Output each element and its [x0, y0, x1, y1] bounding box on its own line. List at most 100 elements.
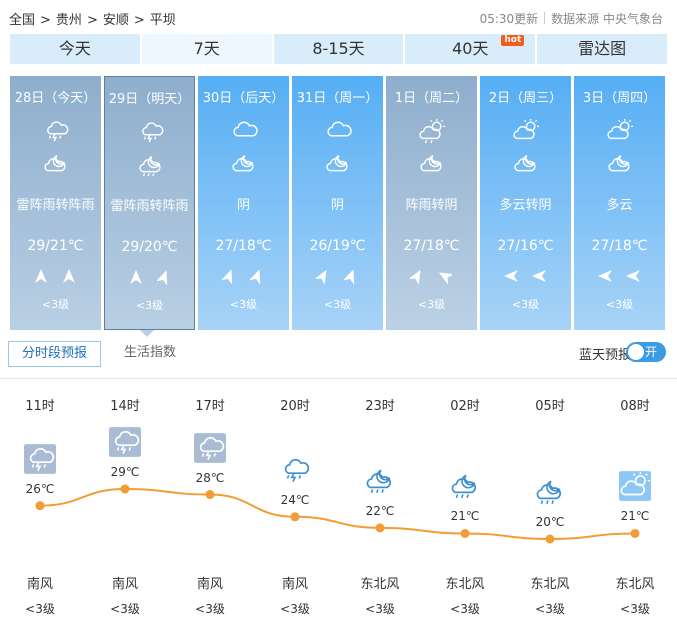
- wind-arrow-icon: [220, 268, 236, 285]
- tab-40-days-label: 40天: [452, 39, 489, 58]
- breadcrumb-sep: >: [133, 13, 145, 28]
- day-card[interactable]: 2日（周三） 多云转阴 27/16℃ <3级: [480, 76, 571, 330]
- wind-direction: [10, 268, 101, 284]
- wind-arrow-icon: [314, 268, 330, 286]
- temperature-point: [375, 523, 385, 533]
- hour-time: 17时: [195, 399, 225, 414]
- day-card[interactable]: 29日（明天） 雷阵雨转阵雨 29/20℃ <3级: [104, 76, 195, 330]
- wind-direction: [105, 269, 194, 286]
- hour-temperature: 20℃: [535, 515, 565, 529]
- breadcrumb-item-county: 平坝: [149, 13, 176, 28]
- shower-night-icon: [449, 471, 481, 501]
- temperature-point: [460, 528, 470, 538]
- day-date: 30日（后天）: [202, 91, 285, 106]
- cloudy-moon-icon: [605, 152, 635, 178]
- tab-7-days[interactable]: 7天: [141, 34, 272, 64]
- day-weather-desc: 阵雨转阴: [405, 198, 458, 213]
- hour-wind: 东北风: [530, 577, 570, 592]
- breadcrumb-item-province[interactable]: 贵州: [56, 13, 82, 28]
- thunder-shower-icon: [194, 432, 226, 463]
- selected-day-pointer: [140, 330, 154, 337]
- breadcrumb-item-country[interactable]: 全国: [9, 13, 35, 28]
- wind-arrow-icon: [626, 268, 640, 284]
- day-temperature: 27/16℃: [497, 238, 554, 254]
- day-card[interactable]: 30日（后天） 阴 27/18℃ <3级: [198, 76, 289, 330]
- hour-wind: 东北风: [445, 577, 485, 592]
- day-date: 28日（今天）: [14, 91, 97, 106]
- wind-level: <3级: [417, 298, 446, 311]
- shower-night-icon: [364, 466, 396, 496]
- day-temperature: 29/21℃: [27, 238, 84, 254]
- hour-wind-level: <3级: [110, 602, 140, 616]
- day-date: 29日（明天）: [108, 92, 191, 107]
- hour-wind: 东北风: [360, 577, 400, 592]
- hour-temperature: 21℃: [450, 509, 480, 524]
- hour-time: 23时: [365, 399, 395, 414]
- temperature-point: [205, 490, 215, 500]
- hour-wind-level: <3级: [620, 602, 650, 616]
- tab-40-days[interactable]: 40天 hot: [405, 34, 536, 64]
- wind-arrow-icon: [34, 268, 48, 284]
- day-card[interactable]: 3日（周四） 多云 27/18℃ <3级: [574, 76, 665, 330]
- hour-time: 11时: [25, 399, 55, 414]
- wind-level: <3级: [135, 299, 164, 312]
- tab-hourly-forecast[interactable]: 分时段预报: [8, 341, 101, 367]
- temperature-point: [120, 484, 130, 494]
- day-weather-desc: 雷阵雨转阵雨: [110, 199, 189, 214]
- thunder-shower-icon: [136, 119, 166, 145]
- top-bar: 全国 > 贵州 > 安顺 > 平坝 05:30更新 数据来源 中央气象台: [0, 0, 677, 34]
- tab-radar[interactable]: 雷达图: [537, 34, 667, 64]
- partly-cloudy-icon: [511, 118, 541, 144]
- hour-wind: 东北风: [615, 577, 655, 592]
- data-source: 数据来源 中央气象台: [551, 12, 663, 26]
- sky-report-toggle[interactable]: 开: [626, 342, 666, 362]
- wind-arrow-icon: [62, 268, 76, 284]
- day-temperature: 27/18℃: [591, 238, 648, 254]
- day-date: 31日（周一）: [296, 91, 379, 106]
- hour-time: 05时: [535, 399, 565, 414]
- breadcrumb-sep: >: [40, 13, 51, 28]
- update-time: 05:30更新: [479, 12, 539, 26]
- hour-temperature: 26℃: [25, 481, 55, 496]
- wind-direction: [292, 268, 383, 286]
- day-card[interactable]: 31日（周一） 阴 26/19℃ <3级: [292, 76, 383, 330]
- wind-arrow-icon: [408, 268, 424, 286]
- wind-arrow-icon: [155, 269, 171, 286]
- wind-level: <3级: [511, 298, 540, 311]
- hour-wind-level: <3级: [450, 602, 480, 616]
- hour-wind: 南风: [196, 577, 223, 592]
- cloudy-moon-icon: [417, 152, 447, 178]
- wind-arrow-icon: [248, 268, 264, 285]
- breadcrumb-item-city[interactable]: 安顺: [103, 13, 129, 28]
- wind-arrow-icon: [438, 268, 455, 285]
- shower-sun-icon: [417, 118, 447, 144]
- shower-night-icon: [534, 477, 566, 507]
- temperature-point: [290, 512, 300, 522]
- day-card[interactable]: 28日（今天） 雷阵雨转阵雨 29/21℃ <3级: [10, 76, 101, 330]
- day-card[interactable]: 1日（周二） 阵雨转阴 27/18℃ <3级: [386, 76, 477, 330]
- hour-time: 20时: [280, 399, 310, 414]
- overcast-icon: [229, 118, 259, 144]
- wind-arrow-icon: [598, 268, 612, 284]
- wind-arrow-icon: [129, 269, 143, 285]
- temperature-point: [35, 501, 45, 511]
- hour-wind: 南风: [111, 577, 138, 592]
- tab-today[interactable]: 今天: [10, 34, 140, 64]
- wind-direction: [574, 268, 665, 284]
- toggle-label: 开: [645, 345, 658, 359]
- hour-wind-level: <3级: [535, 602, 565, 616]
- day-weather-desc: 雷阵雨转阵雨: [16, 198, 95, 213]
- day-weather-desc: 多云转阴: [499, 198, 552, 213]
- day-weather-desc: 阴: [236, 198, 250, 213]
- cloudy-moon-icon: [41, 152, 71, 178]
- thunder-shower-icon: [279, 455, 311, 485]
- hour-wind-level: <3级: [280, 602, 310, 616]
- day-temperature: 27/18℃: [403, 238, 460, 254]
- cloudy-moon-icon: [229, 152, 259, 178]
- hour-wind-level: <3级: [25, 602, 55, 616]
- breadcrumb-sep: >: [86, 13, 98, 28]
- cloudy-moon-icon: [323, 152, 353, 178]
- wind-level: <3级: [605, 298, 634, 311]
- tab-life-index[interactable]: 生活指数: [124, 341, 176, 367]
- tab-8-15-days[interactable]: 8-15天: [273, 34, 404, 64]
